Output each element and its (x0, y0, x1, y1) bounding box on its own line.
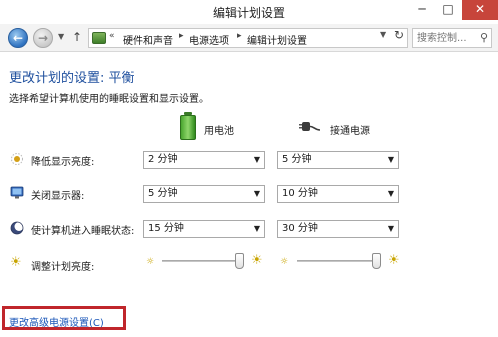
close-button[interactable]: ✕ (462, 0, 498, 20)
select-value: 15 分钟 (148, 223, 184, 234)
search-box[interactable]: ⚲ (412, 28, 492, 48)
chevron-down-icon: ▼ (387, 224, 394, 233)
brightness-low-icon: ☼ (146, 257, 155, 267)
dim-display-battery-select[interactable]: 2 分钟 ▼ (143, 151, 265, 169)
chevron-down-icon: ▼ (387, 155, 394, 164)
battery-column-header: 用电池 (204, 126, 234, 137)
plugged-brightness-slider[interactable] (297, 253, 381, 271)
back-arrow-icon: ← (12, 31, 24, 45)
select-value: 10 分钟 (282, 188, 318, 199)
forward-button[interactable]: → (33, 28, 53, 48)
dim-display-icon (11, 153, 23, 165)
turn-off-display-battery-select[interactable]: 5 分钟 ▼ (143, 185, 265, 203)
title-bar: 编辑计划设置 ─ □ ✕ (0, 0, 498, 24)
brightness-label: 调整计划亮度: (31, 262, 95, 273)
turn-off-display-plugged-select[interactable]: 10 分钟 ▼ (277, 185, 399, 203)
chevron-down-icon: ▼ (253, 155, 260, 164)
page-title: 更改计划的设置: 平衡 (9, 71, 135, 86)
monitor-icon (10, 186, 24, 199)
select-value: 2 分钟 (148, 154, 178, 165)
plugged-in-column-header: 接通电源 (330, 126, 370, 137)
address-bar[interactable]: « 硬件和声音 ▸ 电源选项 ▸ 编辑计划设置 (88, 28, 408, 48)
brightness-icon: ☀ (10, 255, 22, 270)
address-dropdown-icon[interactable]: ▼ (380, 30, 386, 39)
power-plug-icon (299, 122, 321, 131)
minimize-button[interactable]: ─ (409, 0, 435, 20)
advanced-power-settings-link[interactable]: 更改高级电源设置(C) (9, 314, 104, 329)
dim-display-plugged-select[interactable]: 5 分钟 ▼ (277, 151, 399, 169)
chevron-down-icon: ▼ (253, 224, 260, 233)
recent-pages-dropdown-icon[interactable]: ▼ (58, 32, 64, 41)
refresh-icon[interactable]: ↻ (394, 28, 404, 42)
battery-icon (178, 112, 198, 140)
brightness-high-icon: ☀ (251, 253, 263, 268)
select-value: 30 分钟 (282, 223, 318, 234)
breadcrumb-edit-plan[interactable]: 编辑计划设置 (247, 32, 307, 47)
forward-arrow-icon: → (37, 31, 49, 45)
turn-off-display-label: 关闭显示器: (31, 191, 85, 202)
brightness-high-icon: ☀ (388, 253, 400, 268)
sleep-plugged-select[interactable]: 30 分钟 ▼ (277, 220, 399, 238)
brightness-low-icon: ☼ (280, 257, 289, 267)
dim-display-label: 降低显示亮度: (31, 157, 95, 168)
sleep-moon-icon (10, 221, 24, 235)
breadcrumb-separator-icon[interactable]: ▸ (237, 31, 242, 41)
maximize-button[interactable]: □ (435, 0, 461, 20)
battery-brightness-slider[interactable] (162, 253, 244, 271)
page-subtitle: 选择希望计算机使用的睡眠设置和显示设置。 (9, 94, 209, 105)
up-button[interactable]: ↑ (72, 30, 82, 44)
select-value: 5 分钟 (148, 188, 178, 199)
breadcrumb-overflow-icon[interactable]: « (109, 31, 115, 41)
search-input[interactable] (413, 29, 477, 47)
chevron-down-icon: ▼ (253, 189, 260, 198)
breadcrumb-power-options[interactable]: 电源选项 (189, 32, 229, 47)
slider-thumb[interactable] (372, 253, 381, 269)
search-icon[interactable]: ⚲ (480, 31, 488, 44)
slider-thumb[interactable] (235, 253, 244, 269)
back-button[interactable]: ← (8, 28, 28, 48)
breadcrumb-separator-icon[interactable]: ▸ (179, 31, 184, 41)
control-panel-icon (92, 32, 106, 44)
select-value: 5 分钟 (282, 154, 312, 165)
sleep-battery-select[interactable]: 15 分钟 ▼ (143, 220, 265, 238)
breadcrumb-hardware-sound[interactable]: 硬件和声音 (123, 32, 173, 47)
chevron-down-icon: ▼ (387, 189, 394, 198)
sleep-label: 使计算机进入睡眠状态: (31, 226, 135, 237)
